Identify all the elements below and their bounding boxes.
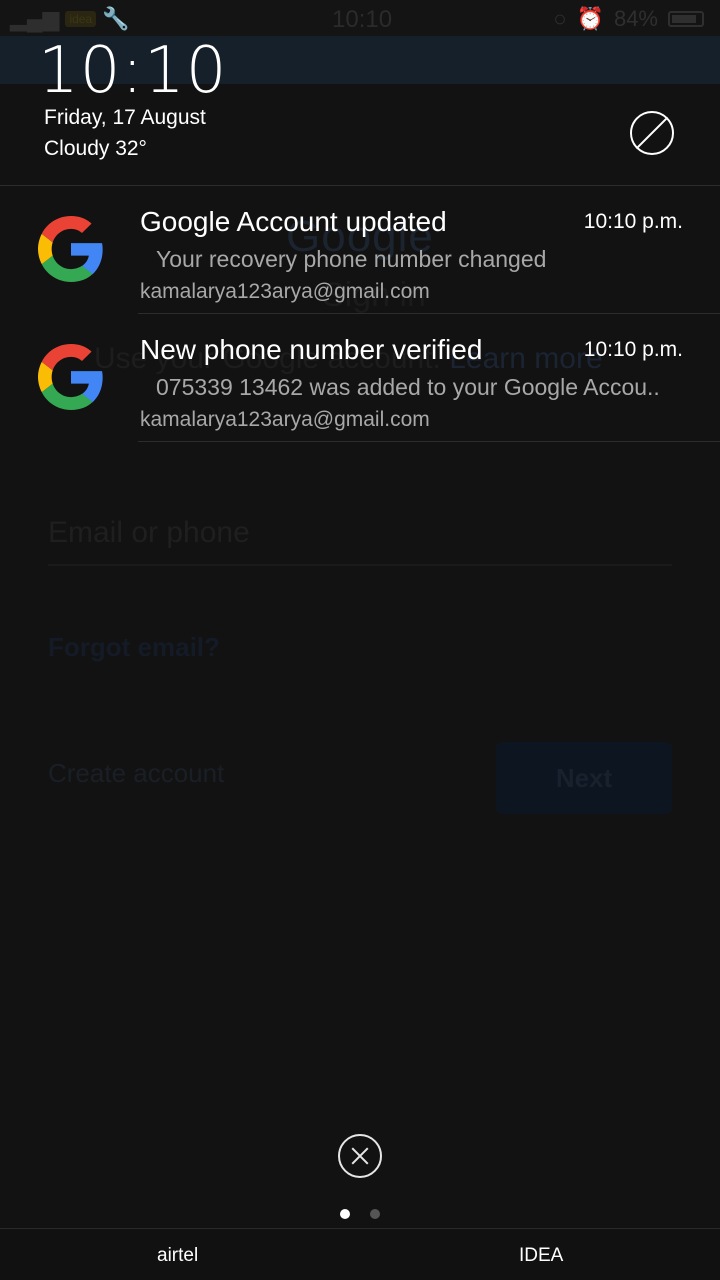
background-email-field: Email or phone [48, 516, 250, 549]
battery-percent: 84% [613, 6, 658, 31]
background-create-account-link: Create account [48, 758, 225, 788]
status-right-icons: ○ ⏰ 84% [553, 6, 704, 32]
lock-date: Friday, 17 August [44, 106, 206, 129]
battery-icon [668, 11, 704, 27]
wrench-icon: 🔧 [102, 6, 130, 31]
page-indicator-active [340, 1209, 350, 1219]
notification-account: kamalarya123arya@gmail.com [140, 408, 430, 431]
status-bar: ▂▄▆ idea 🔧 10:10 ○ ⏰ 84% [0, 0, 720, 36]
lock-weather: Cloudy 32° [44, 137, 147, 160]
notification-title: Google Account updated [140, 206, 447, 237]
background-forgot-email-link: Forgot email? [48, 632, 220, 662]
carrier-bar: airtel IDEA [0, 1228, 720, 1280]
notification-divider [138, 441, 720, 442]
notification-item[interactable]: Google Account updated 10:10 p.m. Your r… [0, 186, 720, 314]
notification-account: kamalarya123arya@gmail.com [140, 280, 430, 303]
status-time: 10:10 [332, 6, 393, 33]
lock-clock: 10:10 [38, 34, 228, 108]
notification-item[interactable]: New phone number verified 10:10 p.m. 075… [0, 314, 720, 442]
clear-notifications-button[interactable] [338, 1134, 382, 1178]
do-not-disturb-icon[interactable] [630, 111, 674, 155]
carrier-badge: idea [65, 11, 97, 27]
notification-text: 075339 13462 was added to your Google Ac… [156, 374, 660, 400]
notification-time: 10:10 p.m. [583, 338, 683, 361]
background-next-button: Next [496, 742, 672, 814]
background-email-underline [48, 564, 672, 566]
carrier-label-sim2: IDEA [519, 1245, 564, 1266]
carrier-label-sim1: airtel [157, 1245, 199, 1266]
page-indicator-inactive [370, 1209, 380, 1219]
notification-title: New phone number verified [140, 334, 483, 365]
google-g-icon [38, 216, 103, 282]
battery-fill [672, 15, 696, 23]
search-icon: ○ [553, 6, 567, 31]
notification-text: Your recovery phone number changed [156, 246, 547, 272]
status-left-icons: ▂▄▆ idea 🔧 [10, 6, 130, 32]
alarm-icon: ⏰ [576, 6, 604, 31]
notification-time: 10:10 p.m. [583, 210, 683, 233]
signal-icon: ▂▄▆ [10, 6, 60, 31]
google-g-icon [38, 344, 103, 410]
